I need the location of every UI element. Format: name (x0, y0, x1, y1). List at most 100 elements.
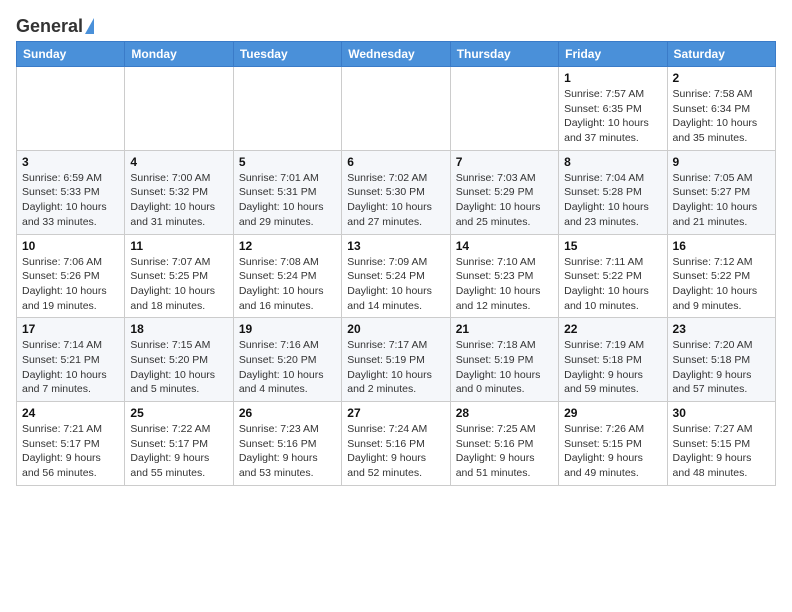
day-number: 4 (130, 155, 227, 169)
day-detail: Sunrise: 7:21 AMSunset: 5:17 PMDaylight:… (22, 422, 119, 481)
day-number: 17 (22, 322, 119, 336)
day-number: 3 (22, 155, 119, 169)
day-detail: Sunrise: 7:12 AMSunset: 5:22 PMDaylight:… (673, 255, 770, 314)
day-number: 15 (564, 239, 661, 253)
calendar-cell (450, 67, 558, 151)
calendar-cell: 17 Sunrise: 7:14 AMSunset: 5:21 PMDayligh… (17, 318, 125, 402)
calendar-week-row: 10 Sunrise: 7:06 AMSunset: 5:26 PMDayligh… (17, 234, 776, 318)
day-detail: Sunrise: 7:00 AMSunset: 5:32 PMDaylight:… (130, 171, 227, 230)
day-number: 19 (239, 322, 336, 336)
day-number: 25 (130, 406, 227, 420)
calendar-cell: 3 Sunrise: 6:59 AMSunset: 5:33 PMDaylight… (17, 150, 125, 234)
calendar-cell (125, 67, 233, 151)
day-detail: Sunrise: 7:10 AMSunset: 5:23 PMDaylight:… (456, 255, 553, 314)
day-detail: Sunrise: 7:01 AMSunset: 5:31 PMDaylight:… (239, 171, 336, 230)
calendar-cell: 10 Sunrise: 7:06 AMSunset: 5:26 PMDayligh… (17, 234, 125, 318)
calendar-cell: 20 Sunrise: 7:17 AMSunset: 5:19 PMDayligh… (342, 318, 450, 402)
day-detail: Sunrise: 7:22 AMSunset: 5:17 PMDaylight:… (130, 422, 227, 481)
day-detail: Sunrise: 7:17 AMSunset: 5:19 PMDaylight:… (347, 338, 444, 397)
calendar-cell: 27 Sunrise: 7:24 AMSunset: 5:16 PMDayligh… (342, 402, 450, 486)
day-detail: Sunrise: 7:20 AMSunset: 5:18 PMDaylight:… (673, 338, 770, 397)
logo-general-text: General (16, 16, 83, 37)
calendar-cell: 4 Sunrise: 7:00 AMSunset: 5:32 PMDaylight… (125, 150, 233, 234)
calendar-cell: 18 Sunrise: 7:15 AMSunset: 5:20 PMDayligh… (125, 318, 233, 402)
logo: General (16, 16, 94, 33)
day-detail: Sunrise: 7:16 AMSunset: 5:20 PMDaylight:… (239, 338, 336, 397)
day-number: 6 (347, 155, 444, 169)
day-number: 30 (673, 406, 770, 420)
calendar-week-row: 3 Sunrise: 6:59 AMSunset: 5:33 PMDaylight… (17, 150, 776, 234)
calendar-cell: 29 Sunrise: 7:26 AMSunset: 5:15 PMDayligh… (559, 402, 667, 486)
day-detail: Sunrise: 7:14 AMSunset: 5:21 PMDaylight:… (22, 338, 119, 397)
calendar-cell: 13Sunrise: 7:09 AMSunset: 5:24 PMDayligh… (342, 234, 450, 318)
calendar-cell: 5 Sunrise: 7:01 AMSunset: 5:31 PMDaylight… (233, 150, 341, 234)
weekday-header-row: SundayMondayTuesdayWednesdayThursdayFrid… (17, 42, 776, 67)
weekday-header-tuesday: Tuesday (233, 42, 341, 67)
calendar-cell: 9 Sunrise: 7:05 AMSunset: 5:27 PMDaylight… (667, 150, 775, 234)
day-detail: Sunrise: 7:25 AMSunset: 5:16 PMDaylight:… (456, 422, 553, 481)
day-number: 14 (456, 239, 553, 253)
day-number: 28 (456, 406, 553, 420)
calendar-cell: 15 Sunrise: 7:11 AMSunset: 5:22 PMDayligh… (559, 234, 667, 318)
day-number: 21 (456, 322, 553, 336)
calendar-cell: 16 Sunrise: 7:12 AMSunset: 5:22 PMDayligh… (667, 234, 775, 318)
weekday-header-thursday: Thursday (450, 42, 558, 67)
day-detail: Sunrise: 7:11 AMSunset: 5:22 PMDaylight:… (564, 255, 661, 314)
day-number: 8 (564, 155, 661, 169)
day-number: 11 (130, 239, 227, 253)
day-number: 10 (22, 239, 119, 253)
day-number: 9 (673, 155, 770, 169)
day-number: 5 (239, 155, 336, 169)
day-detail: Sunrise: 7:57 AMSunset: 6:35 PMDaylight:… (564, 87, 661, 146)
day-number: 13 (347, 239, 444, 253)
weekday-header-wednesday: Wednesday (342, 42, 450, 67)
day-detail: Sunrise: 7:26 AMSunset: 5:15 PMDaylight:… (564, 422, 661, 481)
calendar-cell: 2 Sunrise: 7:58 AMSunset: 6:34 PMDaylight… (667, 67, 775, 151)
day-detail: Sunrise: 7:06 AMSunset: 5:26 PMDaylight:… (22, 255, 119, 314)
day-number: 27 (347, 406, 444, 420)
calendar-cell: 19 Sunrise: 7:16 AMSunset: 5:20 PMDayligh… (233, 318, 341, 402)
calendar-week-row: 17 Sunrise: 7:14 AMSunset: 5:21 PMDayligh… (17, 318, 776, 402)
day-number: 24 (22, 406, 119, 420)
day-number: 20 (347, 322, 444, 336)
day-detail: Sunrise: 7:24 AMSunset: 5:16 PMDaylight:… (347, 422, 444, 481)
day-detail: Sunrise: 7:15 AMSunset: 5:20 PMDaylight:… (130, 338, 227, 397)
day-number: 23 (673, 322, 770, 336)
day-detail: Sunrise: 6:59 AMSunset: 5:33 PMDaylight:… (22, 171, 119, 230)
calendar-cell: 12 Sunrise: 7:08 AMSunset: 5:24 PMDayligh… (233, 234, 341, 318)
calendar-cell: 26 Sunrise: 7:23 AMSunset: 5:16 PMDayligh… (233, 402, 341, 486)
day-detail: Sunrise: 7:27 AMSunset: 5:15 PMDaylight:… (673, 422, 770, 481)
day-detail: Sunrise: 7:07 AMSunset: 5:25 PMDaylight:… (130, 255, 227, 314)
day-detail: Sunrise: 7:03 AMSunset: 5:29 PMDaylight:… (456, 171, 553, 230)
calendar-cell: 25 Sunrise: 7:22 AMSunset: 5:17 PMDayligh… (125, 402, 233, 486)
calendar-cell: 22 Sunrise: 7:19 AMSunset: 5:18 PMDayligh… (559, 318, 667, 402)
day-number: 26 (239, 406, 336, 420)
calendar-cell: 7 Sunrise: 7:03 AMSunset: 5:29 PMDaylight… (450, 150, 558, 234)
day-number: 29 (564, 406, 661, 420)
day-number: 22 (564, 322, 661, 336)
day-detail: Sunrise: 7:23 AMSunset: 5:16 PMDaylight:… (239, 422, 336, 481)
day-detail: Sunrise: 7:19 AMSunset: 5:18 PMDaylight:… (564, 338, 661, 397)
day-detail: Sunrise: 7:08 AMSunset: 5:24 PMDaylight:… (239, 255, 336, 314)
day-number: 12 (239, 239, 336, 253)
calendar-week-row: 1 Sunrise: 7:57 AMSunset: 6:35 PMDaylight… (17, 67, 776, 151)
day-detail: Sunrise: 7:04 AMSunset: 5:28 PMDaylight:… (564, 171, 661, 230)
day-detail: Sunrise: 7:02 AMSunset: 5:30 PMDaylight:… (347, 171, 444, 230)
calendar-cell: 1 Sunrise: 7:57 AMSunset: 6:35 PMDaylight… (559, 67, 667, 151)
day-number: 18 (130, 322, 227, 336)
day-number: 1 (564, 71, 661, 85)
day-detail: Sunrise: 7:05 AMSunset: 5:27 PMDaylight:… (673, 171, 770, 230)
weekday-header-sunday: Sunday (17, 42, 125, 67)
calendar-table: SundayMondayTuesdayWednesdayThursdayFrid… (16, 41, 776, 486)
day-number: 16 (673, 239, 770, 253)
calendar-cell: 21Sunrise: 7:18 AMSunset: 5:19 PMDayligh… (450, 318, 558, 402)
header: General (16, 16, 776, 33)
calendar-cell (342, 67, 450, 151)
day-number: 2 (673, 71, 770, 85)
calendar-cell: 23 Sunrise: 7:20 AMSunset: 5:18 PMDayligh… (667, 318, 775, 402)
logo-triangle-icon (85, 18, 94, 34)
day-detail: Sunrise: 7:58 AMSunset: 6:34 PMDaylight:… (673, 87, 770, 146)
calendar-week-row: 24 Sunrise: 7:21 AMSunset: 5:17 PMDayligh… (17, 402, 776, 486)
day-number: 7 (456, 155, 553, 169)
weekday-header-friday: Friday (559, 42, 667, 67)
